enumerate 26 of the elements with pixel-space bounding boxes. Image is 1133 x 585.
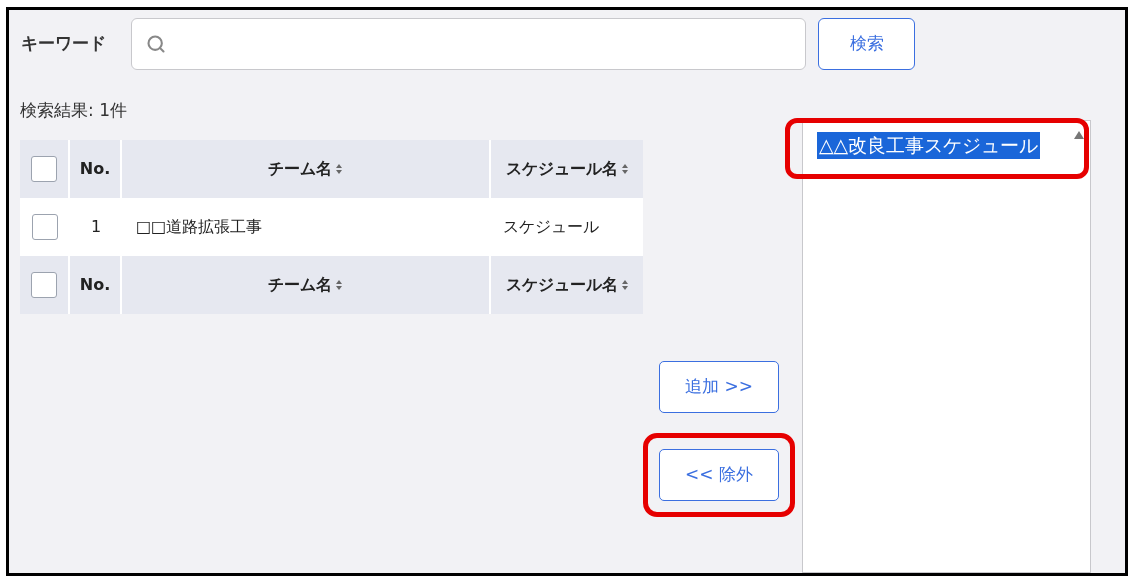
table-cell-text: スケジュール bbox=[503, 216, 599, 238]
column-header[interactable]: スケジュール名 bbox=[505, 157, 618, 181]
search-field[interactable] bbox=[131, 18, 806, 70]
table-cell-text: □□道路拡張工事 bbox=[136, 216, 263, 238]
table-cell-text: 1 bbox=[90, 216, 102, 238]
list-item[interactable]: △△改良工事スケジュール bbox=[817, 132, 1041, 159]
checkbox[interactable] bbox=[31, 156, 57, 182]
search-button[interactable]: 検索 bbox=[818, 18, 915, 70]
search-icon bbox=[146, 34, 166, 54]
checkbox[interactable] bbox=[31, 272, 57, 298]
sort-icon[interactable] bbox=[620, 279, 629, 291]
keyword-label: キーワード bbox=[21, 32, 107, 56]
sort-icon[interactable] bbox=[335, 279, 343, 291]
column-header: No. bbox=[79, 158, 111, 180]
checkbox[interactable] bbox=[32, 214, 58, 240]
sort-icon[interactable] bbox=[335, 163, 343, 175]
transfer-button[interactable]: << 除外 bbox=[659, 449, 779, 501]
column-header: No. bbox=[79, 274, 111, 296]
column-header[interactable]: チーム名 bbox=[268, 157, 332, 181]
scroll-up-icon[interactable] bbox=[1074, 131, 1084, 139]
selected-listbox[interactable]: △△改良工事スケジュール bbox=[802, 120, 1091, 573]
sort-icon[interactable] bbox=[620, 163, 629, 175]
transfer-button[interactable]: 追加 >> bbox=[659, 361, 779, 413]
column-header[interactable]: チーム名 bbox=[268, 273, 332, 297]
result-count: 検索結果: 1件 bbox=[20, 100, 128, 120]
column-header[interactable]: スケジュール名 bbox=[505, 273, 618, 297]
